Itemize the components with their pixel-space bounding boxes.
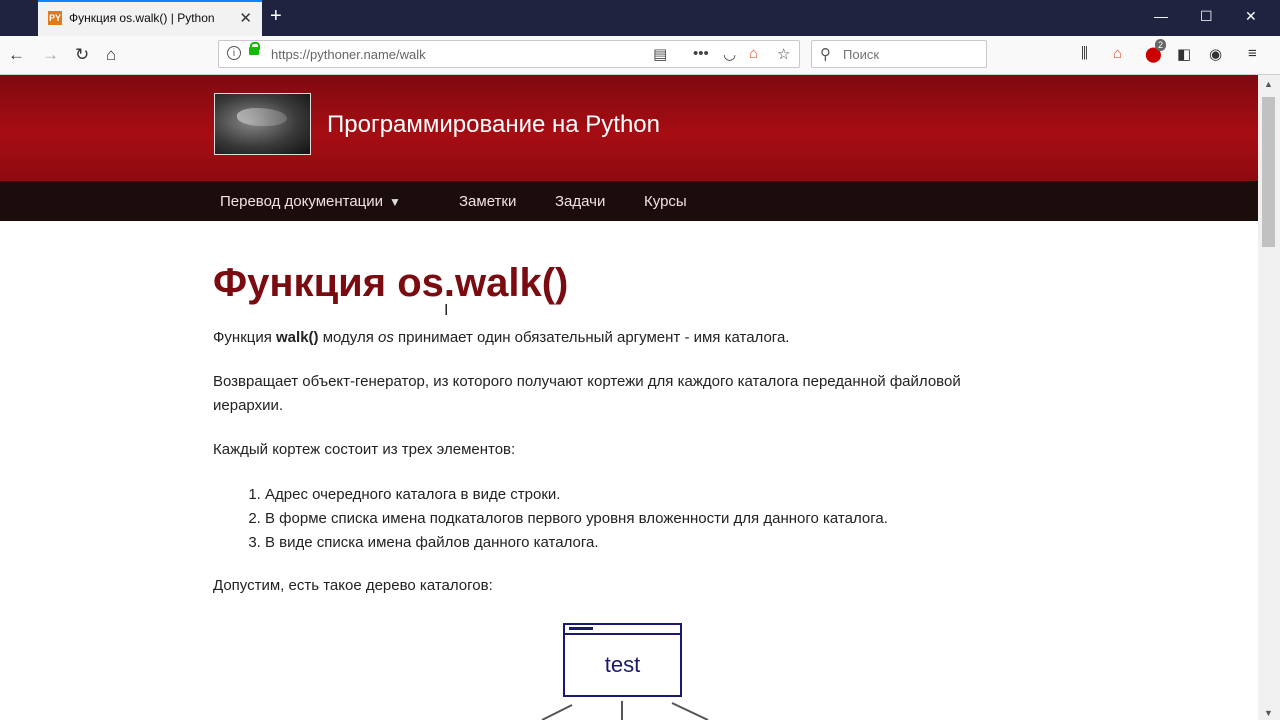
address-bar[interactable]: i https://pythoner.name/walk ▤ ••• ◡ ⌂ ☆ <box>218 40 800 68</box>
site-info-icon[interactable]: i <box>227 46 241 60</box>
close-tab-icon[interactable]: ✕ <box>239 9 252 27</box>
nav-item-label: Перевод документации <box>220 193 384 210</box>
site-header: Программирование на Python <box>0 75 1258 181</box>
library-icon[interactable]: ⫼ <box>1081 45 1088 62</box>
page-scrollbar[interactable]: ▲ ▼ <box>1258 75 1280 720</box>
tree-connectors <box>541 701 709 720</box>
list-item: Адрес очередного каталога в виде строки. <box>265 483 888 507</box>
text-cursor-icon: I <box>444 302 449 319</box>
pocket-icon[interactable]: ◡ <box>723 45 736 63</box>
reader-view-icon[interactable]: ▤ <box>653 45 667 63</box>
nav-item-courses[interactable]: Курсы <box>644 193 687 210</box>
browser-tab[interactable]: PY Функция os.walk() | Python ✕ <box>38 0 262 36</box>
hamburger-menu-icon[interactable]: ≡ <box>1248 45 1257 62</box>
maximize-window-icon[interactable]: ☐ <box>1200 8 1213 25</box>
nav-item-docs-translation[interactable]: Перевод документации ▼ <box>220 193 401 210</box>
secure-lock-icon <box>249 42 260 55</box>
page-title: Функция os.walk() <box>213 261 569 305</box>
minimize-window-icon[interactable]: — <box>1154 8 1168 24</box>
url-text[interactable]: https://pythoner.name/walk <box>271 47 426 62</box>
list-item: В форме списка имена подкаталогов первог… <box>265 507 888 531</box>
scrollbar-thumb[interactable] <box>1262 97 1275 247</box>
tab-title: Функция os.walk() | Python <box>69 11 215 25</box>
directory-tree-root: test <box>563 623 682 697</box>
tab-strip: PY Функция os.walk() | Python ✕ + — ☐ ✕ <box>0 0 1280 36</box>
folder-tab <box>565 625 680 635</box>
site-favicon-icon: PY <box>48 11 62 25</box>
search-icon: ⚲ <box>820 46 831 63</box>
module-name: os <box>378 329 394 346</box>
paragraph-tuple: Каждый кортеж состоит из трех элементов: <box>213 441 516 458</box>
paragraph-tree: Допустим, есть такое дерево каталогов: <box>213 577 493 594</box>
close-window-icon[interactable]: ✕ <box>1245 8 1257 25</box>
search-placeholder: Поиск <box>843 47 880 62</box>
extension-home-icon[interactable]: ⌂ <box>1113 45 1122 62</box>
site-navigation: Перевод документации ▼ Заметки Задачи Кур… <box>0 181 1258 221</box>
scroll-down-icon[interactable]: ▼ <box>1264 708 1273 718</box>
reload-icon[interactable]: ↻ <box>75 45 89 65</box>
paragraph-returns: Возвращает объект-генератор, из которого… <box>213 373 961 414</box>
tuple-elements-list: Адрес очередного каталога в виде строки.… <box>213 483 888 555</box>
forward-arrow-icon[interactable]: → <box>42 45 59 65</box>
dropdown-arrow-icon: ▼ <box>389 195 401 209</box>
code-term: walk() <box>276 329 319 346</box>
home-icon[interactable]: ⌂ <box>106 45 116 65</box>
search-input[interactable]: ⚲ Поиск <box>811 40 987 68</box>
nav-item-notes[interactable]: Заметки <box>459 193 516 210</box>
list-item: В виде списка имена файлов данного катал… <box>265 531 888 555</box>
bookmark-star-icon[interactable]: ☆ <box>777 45 790 63</box>
nav-item-tasks[interactable]: Задачи <box>555 193 605 210</box>
page-actions-icon[interactable]: ••• <box>693 45 709 62</box>
back-arrow-icon[interactable]: ← <box>8 45 25 65</box>
new-tab-icon[interactable]: + <box>270 6 282 26</box>
account-icon[interactable]: ◉ <box>1209 45 1222 63</box>
directory-label: test <box>604 652 641 677</box>
extension-home-icon[interactable]: ⌂ <box>749 45 758 62</box>
sidebar-icon[interactable]: ◧ <box>1177 45 1191 63</box>
adblock-badge: 2 <box>1155 39 1167 51</box>
site-title[interactable]: Программирование на Python <box>327 111 660 139</box>
paragraph-intro: Функция walk() модуля os принимает один … <box>213 329 790 346</box>
site-logo[interactable] <box>214 93 311 155</box>
scroll-up-icon[interactable]: ▲ <box>1264 79 1273 89</box>
